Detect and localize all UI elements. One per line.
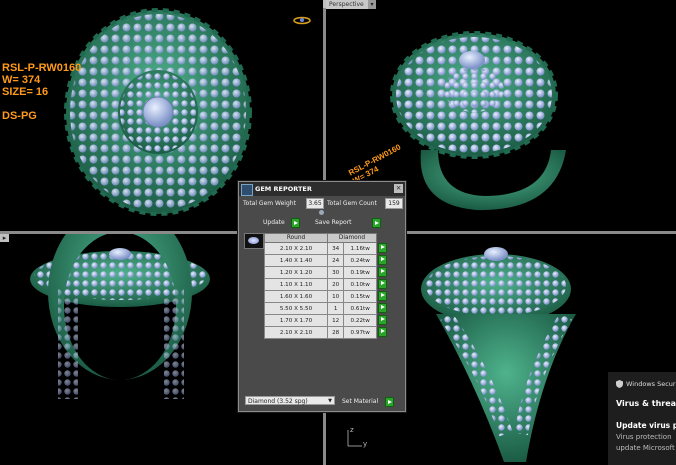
gem-size-cell: 1.60 X 1.60 xyxy=(264,290,328,303)
ring-weight: W= 374 xyxy=(2,74,41,86)
gem-count-cell: 20 xyxy=(326,278,345,291)
update-arrow-icon[interactable] xyxy=(291,218,300,228)
ring-size: SIZE= 16 xyxy=(2,86,49,98)
ring-code: RSL-P-RW0160 xyxy=(2,62,82,74)
save-report-button[interactable]: Save Report xyxy=(315,218,352,227)
viewport-mode-label[interactable]: Perspective xyxy=(326,0,371,9)
gem-material-header: Diamond xyxy=(327,233,377,243)
gem-shape-header: Round xyxy=(264,233,328,243)
ring-material-code: DS-PG xyxy=(2,110,37,122)
total-gem-count-label: Total Gem Count xyxy=(327,200,377,207)
viewport-menu-icon-top[interactable] xyxy=(323,0,326,8)
set-material-button[interactable]: Set Material xyxy=(342,397,378,406)
gem-reporter-app-icon xyxy=(241,184,253,196)
chevron-down-icon: ▼ xyxy=(328,398,332,404)
ring-info-label: RSL-P-RW0160 W= 374 SIZE= 16 DS-PG xyxy=(2,62,81,122)
gem-size-cell: 1.40 X 1.40 xyxy=(264,254,328,267)
gem-weight-cell: 0.10tw xyxy=(343,278,377,291)
table-row[interactable]: 1.20 X 1.20 30 0.19tw xyxy=(264,266,388,279)
row-select-arrow-icon[interactable] xyxy=(378,266,387,277)
gem-reporter-title: GEM REPORTER xyxy=(255,185,312,193)
gem-size-cell: 5.50 X 5.50 xyxy=(264,302,328,315)
table-row[interactable]: 1.10 X 1.10 20 0.10tw xyxy=(264,278,388,291)
row-select-arrow-cell[interactable] xyxy=(377,314,388,327)
gem-size-cell: 2.10 X 2.10 xyxy=(264,326,328,339)
gem-weight-cell: 0.24tw xyxy=(343,254,377,267)
set-material-arrow-icon[interactable] xyxy=(385,397,394,407)
row-select-arrow-icon[interactable] xyxy=(378,242,387,253)
gem-weight-cell: 0.97tw xyxy=(343,326,377,339)
row-select-arrow-cell[interactable] xyxy=(377,302,388,315)
notification-title: Virus & threat p xyxy=(616,399,676,408)
table-row[interactable]: 2.10 X 2.10 34 1.16tw xyxy=(264,242,388,255)
axis-gizmo: z y xyxy=(344,426,370,452)
total-gem-weight-label: Total Gem Weight xyxy=(243,200,296,207)
row-select-arrow-icon[interactable] xyxy=(378,278,387,289)
windows-security-notification[interactable]: Windows Securi Virus & threat p Update v… xyxy=(608,372,676,465)
gem-count-cell: 12 xyxy=(326,314,345,327)
gem-weight-cell: 0.15tw xyxy=(343,290,377,303)
row-select-arrow-icon[interactable] xyxy=(378,290,387,301)
splitter-dot-icon xyxy=(319,210,324,215)
gem-weight-cell: 0.19tw xyxy=(343,266,377,279)
material-select-value: Diamond (3.52 spg) xyxy=(248,398,308,405)
axis-z-label: z xyxy=(350,426,354,434)
gem-reporter-panel[interactable]: GEM REPORTER × Total Gem Weight 3.65 Tot… xyxy=(238,181,406,412)
update-button[interactable]: Update xyxy=(263,218,285,227)
row-select-arrow-cell[interactable] xyxy=(377,266,388,279)
gem-reporter-titlebar[interactable]: GEM REPORTER × xyxy=(239,182,405,196)
row-select-arrow-icon[interactable] xyxy=(378,302,387,313)
gem-count-cell: 10 xyxy=(326,290,345,303)
notification-body-line2: update Microsoft xyxy=(616,444,675,452)
gem-count-cell: 34 xyxy=(326,242,345,255)
material-select[interactable]: Diamond (3.52 spg) ▼ xyxy=(245,396,335,405)
row-select-arrow-icon[interactable] xyxy=(378,314,387,325)
gem-size-cell: 1.70 X 1.70 xyxy=(264,314,328,327)
gem-size-cell: 1.20 X 1.20 xyxy=(264,266,328,279)
gem-count-cell: 24 xyxy=(326,254,345,267)
save-report-arrow-icon[interactable] xyxy=(372,218,381,228)
row-select-arrow-cell[interactable] xyxy=(377,242,388,255)
gem-count-cell: 1 xyxy=(326,302,345,315)
axis-y-label: y xyxy=(363,440,368,448)
close-icon[interactable]: × xyxy=(394,184,403,193)
gem-size-cell: 2.10 X 2.10 xyxy=(264,242,328,255)
gem-count-cell: 30 xyxy=(326,266,345,279)
table-row[interactable]: 5.50 X 5.50 1 0.61tw xyxy=(264,302,388,315)
shield-icon xyxy=(616,380,623,388)
row-select-arrow-cell[interactable] xyxy=(377,290,388,303)
row-select-arrow-cell[interactable] xyxy=(377,326,388,339)
table-row[interactable]: 1.70 X 1.70 12 0.22tw xyxy=(264,314,388,327)
table-row[interactable]: 1.60 X 1.60 10 0.15tw xyxy=(264,290,388,303)
round-gem-icon[interactable] xyxy=(244,233,264,249)
table-row[interactable]: 2.10 X 2.10 28 0.97tw xyxy=(264,326,388,339)
notification-app-name: Windows Securi xyxy=(626,380,676,388)
gem-size-cell: 1.10 X 1.10 xyxy=(264,278,328,291)
viewport-mode-dropdown-icon[interactable]: ▾ xyxy=(368,0,376,9)
gem-weight-cell: 1.16tw xyxy=(343,242,377,255)
table-row[interactable]: 1.40 X 1.40 24 0.24tw xyxy=(264,254,388,267)
total-gem-weight-value: 3.65 xyxy=(306,198,324,209)
gem-count-cell: 28 xyxy=(326,326,345,339)
row-select-arrow-cell[interactable] xyxy=(377,254,388,267)
gem-weight-cell: 0.61tw xyxy=(343,302,377,315)
row-select-arrow-icon[interactable] xyxy=(378,254,387,265)
row-select-arrow-icon[interactable] xyxy=(378,326,388,337)
gem-weight-cell: 0.22tw xyxy=(343,314,377,327)
view-cube-icon[interactable] xyxy=(292,16,312,25)
notification-subtitle: Update virus pro xyxy=(616,421,676,430)
row-select-arrow-cell[interactable] xyxy=(377,278,388,291)
viewport-menu-icon[interactable]: ▸ xyxy=(0,234,9,242)
notification-body-line1: Virus protection xyxy=(616,433,672,441)
gem-table: Round Diamond 2.10 X 2.10 34 1.16tw 1.40 X … xyxy=(264,233,388,339)
total-gem-count-value: 159 xyxy=(385,198,403,209)
